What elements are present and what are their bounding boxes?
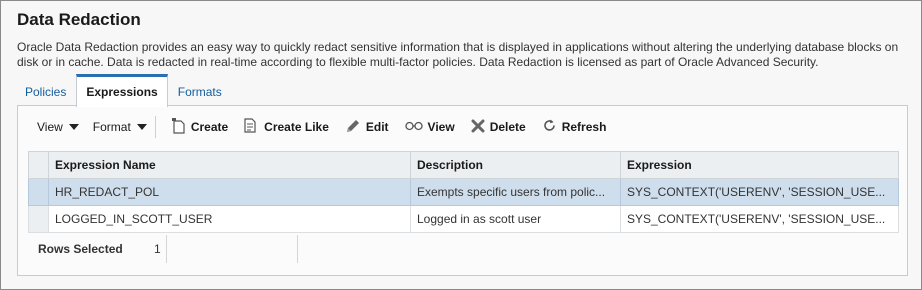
cell-expression: SYS_CONTEXT('USERENV', 'SESSION_USE...: [620, 178, 899, 206]
tab-bar: Policies Expressions Formats: [15, 74, 232, 107]
column-header-expression[interactable]: Expression: [620, 151, 899, 179]
refresh-button-label: Refresh: [561, 120, 607, 134]
cell-expression: SYS_CONTEXT('USERENV', 'SESSION_USE...: [620, 205, 899, 233]
rows-selected-label: Rows Selected: [38, 242, 123, 256]
footer-divider: [166, 235, 167, 263]
view-button[interactable]: View: [404, 120, 455, 134]
refresh-button[interactable]: Refresh: [542, 118, 607, 136]
create-icon: [171, 117, 186, 137]
refresh-icon: [542, 118, 557, 136]
cell-description: Exempts specific users from polic...: [410, 178, 621, 206]
create-button[interactable]: Create: [171, 117, 229, 137]
create-button-label: Create: [190, 120, 229, 134]
edit-button-label: Edit: [365, 120, 389, 134]
cell-description: Logged in as scott user: [410, 205, 621, 233]
table-row[interactable]: HR_REDACT_POL Exempts specific users fro…: [28, 178, 899, 206]
chevron-down-icon: [68, 124, 79, 130]
column-header-description[interactable]: Description: [410, 151, 621, 179]
rows-selected-value: 1: [154, 242, 161, 256]
table-row[interactable]: LOGGED_IN_SCOTT_USER Logged in as scott …: [28, 205, 899, 233]
table-footer: Rows Selected 1: [28, 234, 314, 264]
glasses-icon: [404, 120, 423, 134]
page-title: Data Redaction: [17, 10, 141, 29]
view-button-label: View: [427, 120, 455, 134]
cell-expression-name: LOGGED_IN_SCOTT_USER: [48, 205, 411, 233]
expressions-table: Expression Name Description Expression H…: [28, 151, 899, 233]
tab-policies[interactable]: Policies: [15, 74, 76, 106]
tab-formats[interactable]: Formats: [168, 74, 232, 106]
tab-expressions[interactable]: Expressions: [76, 74, 168, 107]
cell-expression-name: HR_REDACT_POL: [48, 178, 411, 206]
delete-button[interactable]: Delete: [471, 119, 526, 136]
toolbar-divider: [154, 116, 156, 138]
close-icon: [471, 119, 485, 136]
delete-button-label: Delete: [489, 120, 526, 134]
view-menu[interactable]: View: [37, 120, 79, 134]
create-like-button-label: Create Like: [264, 120, 329, 134]
footer-divider: [297, 235, 298, 263]
content-frame: Data Redaction Oracle Data Redaction pro…: [0, 0, 922, 290]
view-menu-label: View: [37, 120, 63, 134]
expressions-panel: View Format Create Create Like Edit View…: [17, 105, 908, 276]
page-description: Oracle Data Redaction provides an easy w…: [17, 40, 899, 69]
pencil-icon: [345, 118, 361, 137]
format-menu-label: Format: [92, 120, 131, 134]
toolbar: View Format Create Create Like Edit View…: [18, 106, 907, 148]
row-selector[interactable]: [28, 178, 49, 206]
create-like-button[interactable]: Create Like: [244, 117, 329, 137]
create-like-icon: [244, 117, 259, 137]
edit-button[interactable]: Edit: [345, 118, 389, 137]
format-menu[interactable]: Format: [93, 120, 147, 134]
column-header-expression-name[interactable]: Expression Name: [48, 151, 411, 179]
row-selector[interactable]: [28, 205, 49, 233]
table-header-row: Expression Name Description Expression: [28, 151, 899, 179]
row-selector-header: [28, 151, 49, 179]
chevron-down-icon: [136, 124, 147, 130]
